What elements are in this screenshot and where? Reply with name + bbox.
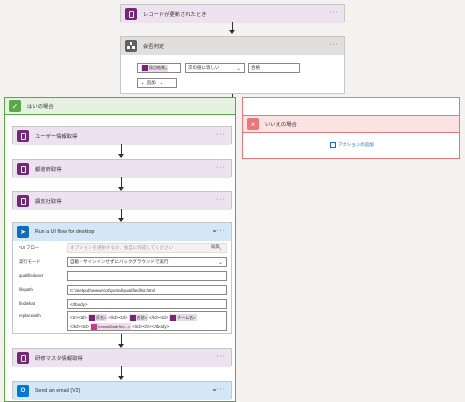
uiflow-icon: ➤ (17, 226, 29, 238)
action-title: 都道府取得 (35, 167, 62, 173)
action-card[interactable]: 研修マスタ情報取得 ··· (12, 348, 232, 367)
more-options-icon[interactable]: ··· (216, 386, 226, 393)
action-header[interactable]: ユーザー情報取得 ··· (13, 127, 231, 145)
qualifieduser-input[interactable] (67, 271, 227, 281)
condition-card[interactable]: 会否判定 ··· 採点結果 × 次の値に等しい ⌄ 合格 + 追加 ⌄ (120, 36, 345, 94)
uiflow-field-label: *UI フロー (19, 245, 40, 250)
chevron-down-icon: ⌄ (235, 66, 241, 72)
uiflow-select[interactable]: オプションを選択するか、独自に作成してください ⌄ (67, 243, 227, 253)
uiflow-header[interactable]: ➤ Run a UI flow for desktop ⚭ ··· (13, 223, 231, 241)
more-options-icon[interactable]: ··· (329, 41, 339, 48)
action-card[interactable]: ユーザー情報取得 ··· (12, 126, 232, 145)
add-action-link[interactable]: アクションの追加 (330, 142, 374, 148)
condition-right-field[interactable]: 合格 (248, 63, 300, 73)
more-options-icon[interactable]: ··· (216, 353, 226, 360)
condition-left-field[interactable]: 採点結果 × (137, 63, 181, 73)
email-header[interactable]: O Send an email (V2) ⚭ ··· (13, 382, 231, 400)
dynamic-content-chip[interactable]: チーム名 × (169, 314, 197, 321)
dynamic-content-chip[interactable]: 氏名 × (88, 314, 108, 321)
uiflow-field-label: filepath (19, 287, 33, 292)
arrow-head (118, 154, 124, 158)
edit-button[interactable]: 編集 (211, 244, 220, 250)
action-title: 研修マスタ情報取得 (35, 356, 83, 362)
trigger-card[interactable]: レコードが更新されたとき ··· (120, 4, 345, 23)
condition-header[interactable]: 会否判定 ··· (121, 37, 344, 55)
database-icon (17, 130, 29, 142)
trigger-header[interactable]: レコードが更新されたとき ··· (121, 5, 344, 23)
more-options-icon[interactable]: ··· (216, 164, 226, 171)
filepath-input[interactable]: C:\inetpub\wwwroot\portal\qualifiedlist.… (67, 285, 227, 295)
email-card[interactable]: O Send an email (V2) ⚭ ··· (12, 381, 232, 400)
add-condition-button[interactable]: + 追加 ⌄ (137, 78, 177, 88)
run-mode-select[interactable]: 自動 - サインインせずにバックグラウンドで実行 ⌄ (67, 257, 227, 267)
database-icon (17, 352, 29, 364)
checkmark-icon: ✓ (9, 100, 21, 112)
database-icon (125, 8, 137, 20)
database-icon (89, 314, 96, 321)
branch-no-header[interactable]: × いいえの場合 (242, 115, 460, 133)
outlook-icon: O (17, 385, 29, 397)
chevron-down-icon: ⌄ (217, 260, 223, 266)
database-icon (142, 65, 148, 71)
database-icon (129, 314, 136, 321)
uiflow-field-label: 実行モード (19, 259, 41, 264)
more-options-icon[interactable]: ··· (329, 9, 339, 16)
uiflow-field-label: replacewith (19, 313, 41, 318)
uiflow-card[interactable]: ➤ Run a UI flow for desktop ⚭ ··· *UI フロ… (12, 222, 232, 334)
more-options-icon[interactable]: ··· (216, 227, 226, 234)
branch-yes-title: はいの場合 (27, 104, 54, 110)
action-header[interactable]: 研修マスタ情報取得 ··· (13, 349, 231, 367)
action-header[interactable]: 講支社取得 ··· (13, 192, 231, 210)
more-options-icon[interactable]: ··· (216, 131, 226, 138)
condition-operator-select[interactable]: 次の値に等しい ⌄ (185, 63, 245, 73)
action-card[interactable]: 講支社取得 ··· (12, 191, 232, 210)
more-options-icon[interactable]: ··· (216, 196, 226, 203)
findwhat-input[interactable]: </tbody> (67, 299, 227, 309)
database-icon (170, 314, 177, 321)
database-icon (17, 163, 29, 175)
trigger-title: レコードが更新されたとき (143, 12, 207, 18)
action-card[interactable]: 都道府取得 ··· (12, 159, 232, 178)
dynamic-content-chip[interactable]: 名前 × (128, 314, 148, 321)
uiflow-title: Run a UI flow for desktop (35, 229, 95, 235)
branch-no-title: いいえの場合 (265, 122, 297, 128)
uiflow-field-label: qualifieduser (19, 273, 44, 278)
plus-icon: + (141, 80, 144, 86)
uiflow-field-label: findwhat (19, 301, 36, 306)
email-title: Send an email (V2) (35, 388, 81, 394)
arrow-head (118, 376, 124, 380)
branch-yes-header[interactable]: ✓ はいの場合 (4, 97, 236, 115)
condition-title: 会否判定 (143, 44, 165, 50)
expression-chip[interactable]: formatDateTim... × (90, 323, 132, 330)
close-icon: × (247, 118, 259, 130)
arrow-head (229, 30, 235, 34)
condition-icon (125, 40, 137, 52)
add-action-icon (330, 142, 336, 148)
function-icon (91, 323, 98, 330)
condition-chip[interactable]: 採点結果 × (141, 64, 169, 72)
action-header[interactable]: 都道府取得 ··· (13, 160, 231, 178)
database-icon (17, 195, 29, 207)
action-title: 講支社取得 (35, 199, 62, 205)
replacewith-input[interactable]: <tr><td> 氏名 × </td><td> 名前 × </td><td> チ… (67, 311, 227, 331)
action-title: ユーザー情報取得 (35, 134, 78, 140)
chevron-down-icon: ⌄ (159, 80, 164, 85)
